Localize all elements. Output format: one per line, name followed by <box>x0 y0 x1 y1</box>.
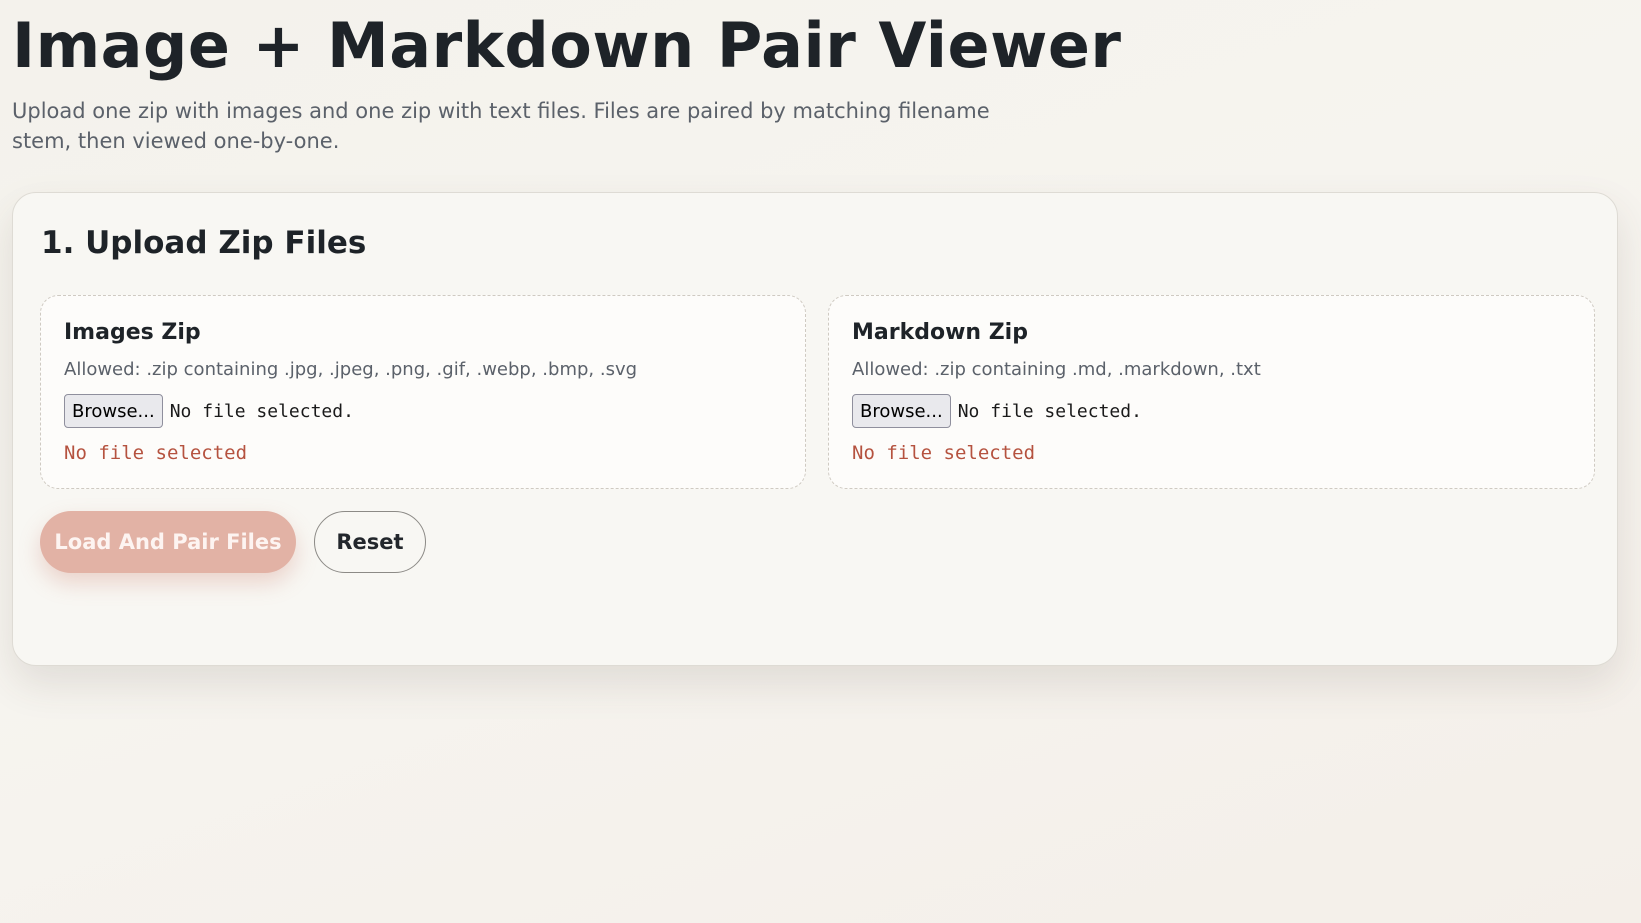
upload-card: 1. Upload Zip Files Images Zip Allowed: … <box>12 192 1618 666</box>
markdown-browse-button[interactable]: Browse... <box>852 394 951 428</box>
page-subtitle: Upload one zip with images and one zip w… <box>12 99 990 153</box>
markdown-zip-title: Markdown Zip <box>852 320 1028 345</box>
load-and-pair-button[interactable]: Load And Pair Files <box>40 511 296 573</box>
section-title: 1. Upload Zip Files <box>41 225 367 261</box>
markdown-file-status: No file selected <box>852 442 1036 464</box>
markdown-zip-box: Markdown Zip Allowed: .zip containing .m… <box>828 295 1595 489</box>
images-file-input[interactable]: Browse... No file selected. <box>64 394 354 428</box>
images-browse-button[interactable]: Browse... <box>64 394 163 428</box>
images-zip-title: Images Zip <box>64 320 201 345</box>
markdown-zip-allowed-text: Allowed: .zip containing .md, .markdown,… <box>852 359 1261 380</box>
reset-button[interactable]: Reset <box>314 511 426 573</box>
images-file-name: No file selected. <box>169 400 354 422</box>
images-zip-box: Images Zip Allowed: .zip containing .jpg… <box>40 295 806 489</box>
images-zip-allowed-text: Allowed: .zip containing .jpg, .jpeg, .p… <box>64 359 638 380</box>
images-file-status: No file selected <box>64 442 248 464</box>
markdown-file-input[interactable]: Browse... No file selected. <box>852 394 1142 428</box>
markdown-file-name: No file selected. <box>957 400 1142 422</box>
page-title: Image + Markdown Pair Viewer <box>12 9 1122 82</box>
